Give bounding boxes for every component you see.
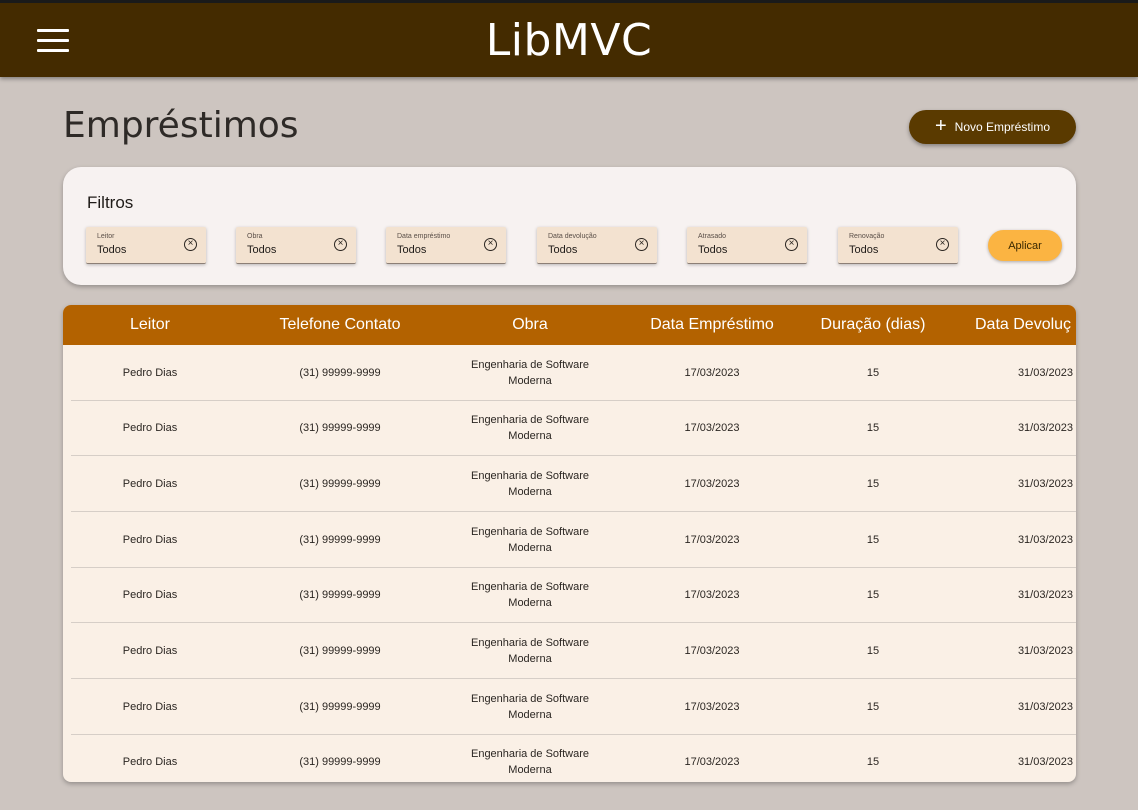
app-title: LibMVC (485, 15, 653, 66)
cell-obra: Engenharia de Software Moderna (470, 525, 590, 554)
clear-icon[interactable]: × (785, 238, 798, 251)
cell-obra: Engenharia de Software Moderna (470, 748, 590, 777)
table-row[interactable]: Pedro Dias (31) 99999-9999 Engenharia de S… (63, 568, 1076, 624)
cell-obra: Engenharia de Software Moderna (470, 581, 590, 610)
filter-value: Todos (247, 244, 277, 256)
cell-data-devolucao: 31/03/2023 (1017, 700, 1073, 713)
cell-telefone: (31) 99999-9999 (299, 477, 381, 490)
filter-label: Renovação (849, 233, 885, 240)
cell-data-devolucao: 31/03/2023 (1017, 589, 1073, 602)
filter-value: Todos (97, 244, 127, 256)
filter-renovacao[interactable]: Renovação Todos × (838, 227, 958, 264)
cell-data-emprestimo: 17/03/2023 (684, 533, 740, 546)
cell-data-emprestimo: 17/03/2023 (684, 477, 740, 490)
cell-leitor: Pedro Dias (122, 533, 178, 546)
cell-duracao: 15 (866, 756, 880, 769)
column-header-telefone[interactable]: Telefone Contato (260, 305, 420, 345)
filter-label: Data empréstimo (397, 233, 451, 240)
filter-value: Todos (397, 244, 427, 256)
table-row[interactable]: Pedro Dias (31) 99999-9999 Engenharia de S… (63, 401, 1076, 457)
filter-label: Data devolução (548, 233, 597, 240)
cell-duracao: 15 (866, 477, 880, 490)
cell-obra: Engenharia de Software Moderna (470, 469, 590, 498)
filters-title: Filtros (87, 193, 134, 212)
cell-leitor: Pedro Dias (122, 700, 178, 713)
table-row[interactable]: Pedro Dias (31) 99999-9999 Engenharia de S… (63, 735, 1076, 782)
filter-label: Leitor (97, 233, 115, 240)
table-row[interactable]: Pedro Dias (31) 99999-9999 Engenharia de S… (63, 345, 1076, 401)
cell-data-devolucao: 31/03/2023 (1017, 366, 1073, 379)
cell-telefone: (31) 99999-9999 (299, 645, 381, 657)
cell-data-devolucao: 31/03/2023 (1017, 422, 1073, 435)
clear-icon[interactable]: × (484, 238, 497, 251)
cell-data-emprestimo: 17/03/2023 (684, 756, 740, 769)
cell-duracao: 15 (866, 366, 880, 379)
cell-duracao: 15 (866, 533, 880, 546)
cell-data-emprestimo: 17/03/2023 (684, 366, 740, 379)
cell-data-devolucao: 31/03/2023 (1017, 477, 1073, 490)
column-header-data-emprestimo[interactable]: Data Empréstimo (632, 305, 792, 345)
cell-data-emprestimo: 17/03/2023 (684, 645, 740, 657)
column-header-data-devolucao[interactable]: Data Devoluç (975, 305, 1076, 345)
filter-value: Todos (849, 244, 879, 256)
cell-data-emprestimo: 17/03/2023 (684, 589, 740, 602)
table-row[interactable]: Pedro Dias (31) 99999-9999 Engenharia de S… (63, 512, 1076, 568)
column-header-obra[interactable]: Obra (470, 305, 590, 345)
clear-icon[interactable]: × (635, 238, 648, 251)
table-row[interactable]: Pedro Dias (31) 99999-9999 Engenharia de S… (63, 624, 1076, 680)
clear-icon[interactable]: × (936, 238, 949, 251)
cell-data-emprestimo: 17/03/2023 (684, 700, 740, 713)
column-header-duracao[interactable]: Duração (dias) (808, 305, 938, 345)
cell-leitor: Pedro Dias (122, 589, 178, 602)
cell-leitor: Pedro Dias (122, 756, 178, 769)
filter-data-emprestimo[interactable]: Data empréstimo Todos × (386, 227, 506, 264)
loans-table: Leitor Telefone Contato Obra Data Emprés… (63, 305, 1076, 782)
cell-telefone: (31) 99999-9999 (299, 700, 381, 713)
filter-atrasado[interactable]: Atrasado Todos × (687, 227, 807, 264)
filter-obra[interactable]: Obra Todos × (236, 227, 356, 264)
cell-obra: Engenharia de Software Moderna (470, 358, 590, 387)
cell-leitor: Pedro Dias (122, 645, 178, 657)
table-row[interactable]: Pedro Dias (31) 99999-9999 Engenharia de S… (63, 679, 1076, 735)
filters-panel: Filtros Leitor Todos × Obra Todos × Data… (63, 167, 1076, 285)
filter-leitor[interactable]: Leitor Todos × (86, 227, 206, 264)
clear-icon[interactable]: × (334, 238, 347, 251)
cell-duracao: 15 (866, 589, 880, 602)
cell-duracao: 15 (866, 700, 880, 713)
filter-label: Obra (247, 233, 263, 240)
column-header-leitor[interactable]: Leitor (90, 305, 210, 345)
cell-data-devolucao: 31/03/2023 (1017, 756, 1073, 769)
apply-button[interactable]: Aplicar (988, 230, 1062, 261)
page-title: Empréstimos (63, 105, 299, 146)
cell-duracao: 15 (866, 422, 880, 435)
cell-telefone: (31) 99999-9999 (299, 589, 381, 602)
new-loan-button[interactable]: + Novo Empréstimo (909, 110, 1076, 144)
cell-telefone: (31) 99999-9999 (299, 756, 381, 769)
filter-label: Atrasado (698, 233, 727, 240)
filter-value: Todos (548, 244, 578, 256)
new-loan-label: Novo Empréstimo (954, 120, 1051, 134)
plus-icon: + (934, 115, 947, 137)
cell-data-emprestimo: 17/03/2023 (684, 422, 740, 435)
table-header: Leitor Telefone Contato Obra Data Emprés… (63, 305, 1076, 345)
filter-data-devolucao[interactable]: Data devolução Todos × (537, 227, 657, 264)
table-row[interactable]: Pedro Dias (31) 99999-9999 Engenharia de S… (63, 456, 1076, 513)
cell-telefone: (31) 99999-9999 (299, 366, 381, 379)
cell-obra: Engenharia de Software Moderna (470, 637, 590, 665)
cell-leitor: Pedro Dias (122, 477, 178, 490)
clear-icon[interactable]: × (184, 238, 197, 251)
cell-telefone: (31) 99999-9999 (299, 533, 381, 546)
app-bar: LibMVC (0, 0, 1138, 77)
cell-leitor: Pedro Dias (122, 366, 178, 379)
cell-obra: Engenharia de Software Moderna (470, 414, 590, 443)
cell-duracao: 15 (866, 645, 880, 657)
cell-telefone: (31) 99999-9999 (299, 422, 381, 435)
filter-value: Todos (698, 244, 728, 256)
cell-leitor: Pedro Dias (122, 422, 178, 435)
cell-data-devolucao: 31/03/2023 (1017, 533, 1073, 546)
cell-obra: Engenharia de Software Moderna (470, 692, 590, 721)
cell-data-devolucao: 31/03/2023 (1017, 645, 1073, 657)
